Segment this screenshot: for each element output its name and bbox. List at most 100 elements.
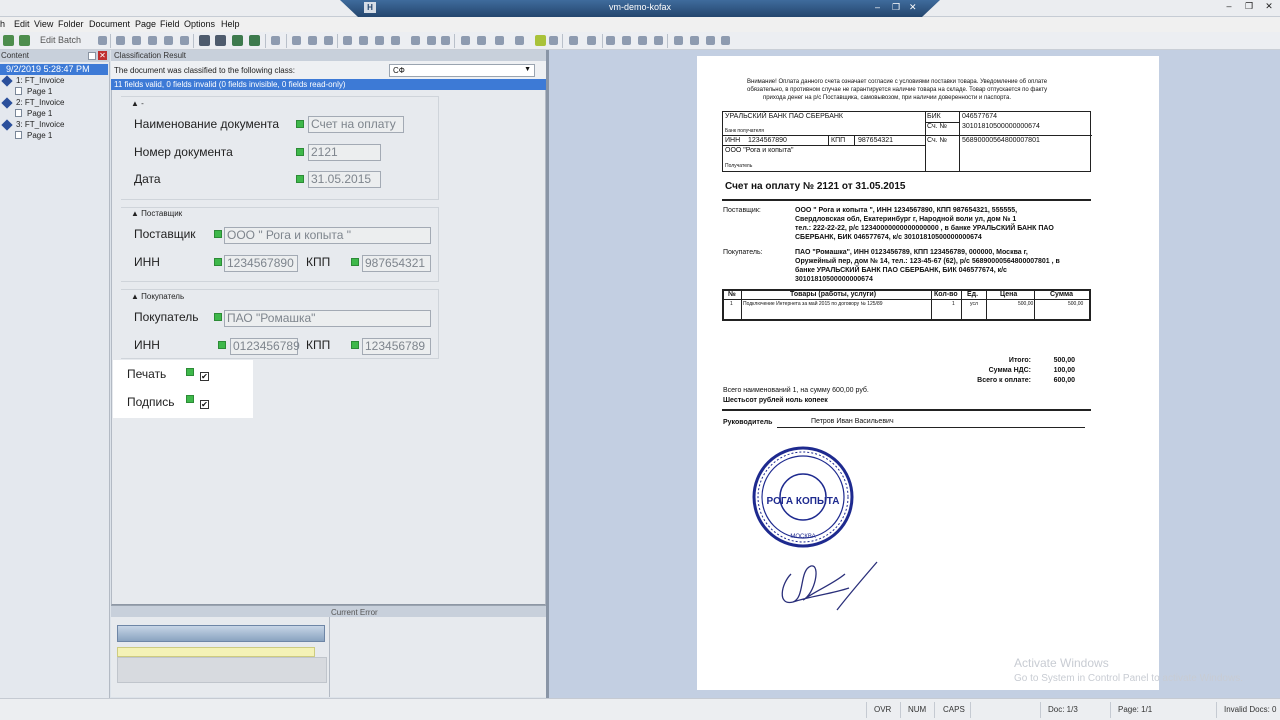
chevron-down-icon: ▼ — [524, 66, 531, 73]
tree-page-2[interactable]: Page 1 — [27, 109, 52, 118]
date-label: Дата — [134, 172, 161, 186]
tree-document-3[interactable]: 3: FT_Invoice — [16, 120, 64, 129]
group-supplier-header[interactable]: ▲ Поставщик — [131, 209, 182, 218]
menu-edit[interactable]: Edit — [14, 19, 30, 29]
buyer-field[interactable]: ПАО "Ромашка" — [224, 310, 431, 327]
batch-node[interactable]: 9/2/2019 5:28:47 PM — [0, 64, 108, 75]
group-document-header[interactable]: ▲ - — [131, 99, 144, 108]
page-icon[interactable] — [427, 36, 436, 45]
tree-page-1[interactable]: Page 1 — [27, 87, 52, 96]
rotate-icon[interactable] — [249, 35, 260, 46]
dropdown-icon[interactable] — [654, 36, 663, 45]
minimize-button[interactable]: – — [1220, 1, 1238, 15]
menu-options[interactable]: Options — [184, 19, 215, 29]
tree-page-3[interactable]: Page 1 — [27, 131, 52, 140]
date-field[interactable]: 31.05.2015 — [308, 171, 381, 188]
zoom-icon[interactable] — [515, 36, 524, 45]
cut-icon[interactable] — [606, 36, 615, 45]
tool-icon[interactable] — [706, 36, 715, 45]
dropdown-icon[interactable] — [549, 36, 558, 45]
doc-buyer-line: банке УРАЛЬСКИЙ БАНК ПАО СБЕРБАНК, БИК 0… — [795, 267, 1007, 274]
page-icon[interactable] — [375, 36, 384, 45]
page-icon[interactable] — [164, 36, 173, 45]
stamp-signature-image: РОГА КОПЫТА МОСКВА — [741, 434, 887, 634]
page-icon[interactable] — [359, 36, 368, 45]
doc-name-field[interactable]: Счет на оплату — [308, 116, 404, 133]
dropdown-icon[interactable] — [441, 36, 450, 45]
zoom-out-icon[interactable] — [477, 36, 486, 45]
page-icon[interactable] — [116, 36, 125, 45]
page-icon[interactable] — [132, 36, 141, 45]
separator — [866, 702, 867, 718]
items-summary: Всего наименований 1, на сумму 600,00 ру… — [723, 387, 869, 394]
error-bar[interactable] — [117, 625, 325, 642]
toolbar-icon[interactable] — [98, 36, 107, 45]
rotate-icon[interactable] — [199, 35, 210, 46]
menu-batch[interactable]: h — [0, 19, 5, 29]
close-button[interactable]: ✕ — [1260, 1, 1278, 15]
status-caps: CAPS — [943, 705, 965, 714]
edit-icon[interactable] — [292, 36, 301, 45]
highlight-icon[interactable] — [535, 35, 546, 46]
buyer-inn-field[interactable]: 0123456789 — [230, 338, 300, 355]
vm-restore-button[interactable]: ❐ — [892, 2, 900, 13]
tree-document-2[interactable]: 2: FT_Invoice — [16, 98, 64, 107]
director-label: Руководитель — [723, 419, 773, 426]
vm-minimize-button[interactable]: – — [875, 2, 880, 12]
receiver-label: Получатель — [725, 163, 753, 169]
page-icon[interactable] — [391, 36, 400, 45]
copy-icon[interactable] — [622, 36, 631, 45]
separator — [286, 34, 287, 48]
batch-icon[interactable] — [3, 35, 14, 46]
menu-field[interactable]: Field — [160, 19, 180, 29]
zoom-in-icon[interactable] — [461, 36, 470, 45]
zoom-fit-icon[interactable] — [495, 36, 504, 45]
dropdown-icon[interactable] — [324, 36, 333, 45]
page-icon[interactable] — [343, 36, 352, 45]
redo-icon[interactable] — [587, 36, 596, 45]
edit-icon[interactable] — [271, 36, 280, 45]
document-viewer[interactable]: Внимание! Оплата данного счета означает … — [546, 50, 1280, 698]
close-icon[interactable]: ✕ — [98, 51, 107, 60]
supplier-kpp-field[interactable]: 987654321 — [362, 255, 431, 272]
status-invalid-docs: Invalid Docs: 0 — [1224, 705, 1277, 714]
maximize-button[interactable]: ❐ — [1240, 1, 1258, 15]
class-select[interactable]: СФ ▼ — [389, 64, 535, 77]
classification-row: The document was classified to the follo… — [111, 61, 546, 79]
dropdown-icon[interactable] — [721, 36, 730, 45]
menu-help[interactable]: Help — [221, 19, 240, 29]
edit-icon[interactable] — [308, 36, 317, 45]
error-highlight — [117, 647, 315, 657]
doc-number-field[interactable]: 2121 — [308, 144, 381, 161]
signature-checkbox[interactable]: ✔ — [200, 400, 209, 409]
paste-icon[interactable] — [638, 36, 647, 45]
undo-icon[interactable] — [569, 36, 578, 45]
menu-view[interactable]: View — [34, 19, 53, 29]
td-unit: усл — [970, 301, 978, 307]
group-buyer-header[interactable]: ▲ Покупатель — [131, 292, 184, 301]
vm-close-button[interactable]: ✕ — [909, 2, 917, 13]
pin-icon[interactable] — [88, 52, 96, 60]
menu-document[interactable]: Document — [89, 19, 130, 29]
account-label: Сч. № — [927, 137, 948, 144]
filter-icon[interactable] — [674, 36, 683, 45]
separator — [337, 34, 338, 48]
page-icon[interactable] — [148, 36, 157, 45]
page-icon[interactable] — [411, 36, 420, 45]
menu-page[interactable]: Page — [135, 19, 156, 29]
th-number: № — [728, 291, 736, 298]
menu-folder[interactable]: Folder — [58, 19, 84, 29]
supplier-field[interactable]: ООО " Рога и копыта " — [224, 227, 431, 244]
rotate-icon[interactable] — [232, 35, 243, 46]
supplier-inn-field[interactable]: 1234567890 — [224, 255, 298, 272]
buyer-kpp-field[interactable]: 123456789 — [362, 338, 431, 355]
signature-path — [781, 561, 878, 611]
dropdown-icon[interactable] — [180, 36, 189, 45]
stamp-checkbox[interactable]: ✔ — [200, 372, 209, 381]
splitter[interactable] — [329, 617, 330, 697]
batch-list-icon[interactable] — [19, 35, 30, 46]
tree-document-1[interactable]: 1: FT_Invoice — [16, 76, 64, 85]
edit-batch-button[interactable]: Edit Batch — [40, 35, 81, 45]
rotate-icon[interactable] — [215, 35, 226, 46]
tool-icon[interactable] — [690, 36, 699, 45]
